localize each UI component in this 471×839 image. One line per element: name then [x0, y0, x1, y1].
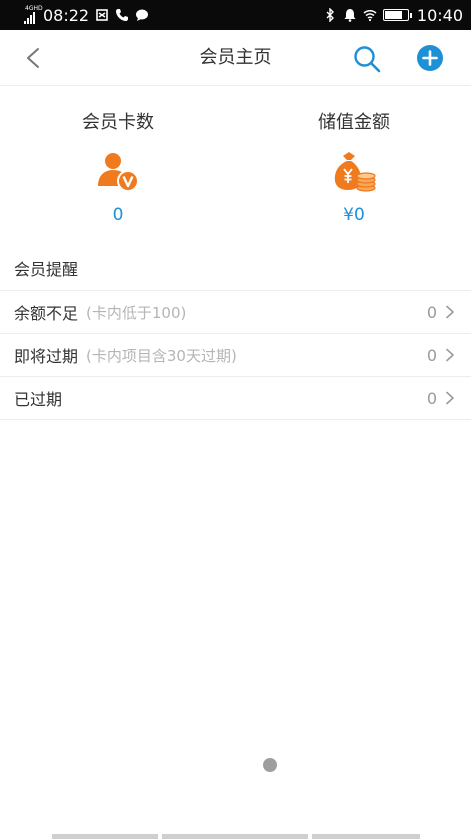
member-reminder-title: 会员提醒 [14, 260, 79, 279]
member-card-count-label: 会员卡数 [82, 112, 154, 133]
reminder-row-note: (卡内低于100) [86, 303, 187, 322]
stored-value-amount[interactable]: 储值金额 ¥0 [264, 110, 444, 226]
bottom-tab-indicator [0, 834, 471, 839]
member-card-count[interactable]: 会员卡数 0 [28, 110, 208, 226]
chevron-right-icon [446, 305, 454, 319]
message-icon [136, 9, 149, 21]
reminder-row-label: 余额不足 [14, 304, 79, 323]
bell-mute-icon [344, 9, 356, 22]
add-button[interactable] [416, 44, 444, 72]
reminder-row-expired[interactable]: 已过期 0 [0, 377, 471, 420]
phone-icon [116, 9, 129, 21]
network-type: 4GHD [25, 5, 43, 12]
status-right: 10:40 [323, 6, 463, 25]
reminder-row-label: 已过期 [14, 390, 63, 409]
reminder-row-count: 0 [426, 345, 437, 365]
reminder-row-low-balance[interactable]: 余额不足 (卡内低于100) 0 [0, 291, 471, 334]
signal-icon [24, 12, 35, 24]
battery-icon [382, 9, 412, 21]
bottom-bar-segment [52, 834, 158, 839]
member-vip-icon [98, 153, 139, 192]
reminder-row-count: 0 [426, 388, 437, 408]
status-time-right: 10:40 [416, 5, 463, 25]
money-bag-icon [334, 152, 376, 192]
reminder-row-note: (卡内项目含30天过期) [86, 346, 237, 365]
stored-value-label: 储值金额 [318, 112, 390, 133]
bluetooth-icon [326, 8, 334, 22]
bottom-bar-segment [162, 834, 308, 839]
wifi-icon [363, 10, 377, 22]
notification-icon [96, 9, 108, 21]
status-bar: 4GHD 08:22 10:40 [0, 0, 471, 30]
bottom-bar-segment [312, 834, 420, 839]
member-card-count-value: 0 [112, 205, 124, 225]
page-title: 会员主页 [199, 47, 272, 68]
stored-value-amount-value: ¥0 [343, 205, 365, 225]
chevron-right-icon [446, 391, 454, 405]
reminder-row-expiring-soon[interactable]: 即将过期 (卡内项目含30天过期) 0 [0, 334, 471, 377]
search-button[interactable] [352, 44, 382, 74]
chevron-right-icon [446, 348, 454, 362]
floating-dot-button[interactable] [263, 758, 277, 772]
header: 会员主页 [0, 30, 471, 86]
reminder-row-count: 0 [426, 302, 437, 322]
reminder-list: 余额不足 (卡内低于100) 0 即将过期 (卡内项目含30天过期) 0 已过期… [0, 290, 471, 420]
reminder-row-label: 即将过期 [14, 347, 79, 366]
status-time-left: 08:22 [43, 5, 90, 25]
